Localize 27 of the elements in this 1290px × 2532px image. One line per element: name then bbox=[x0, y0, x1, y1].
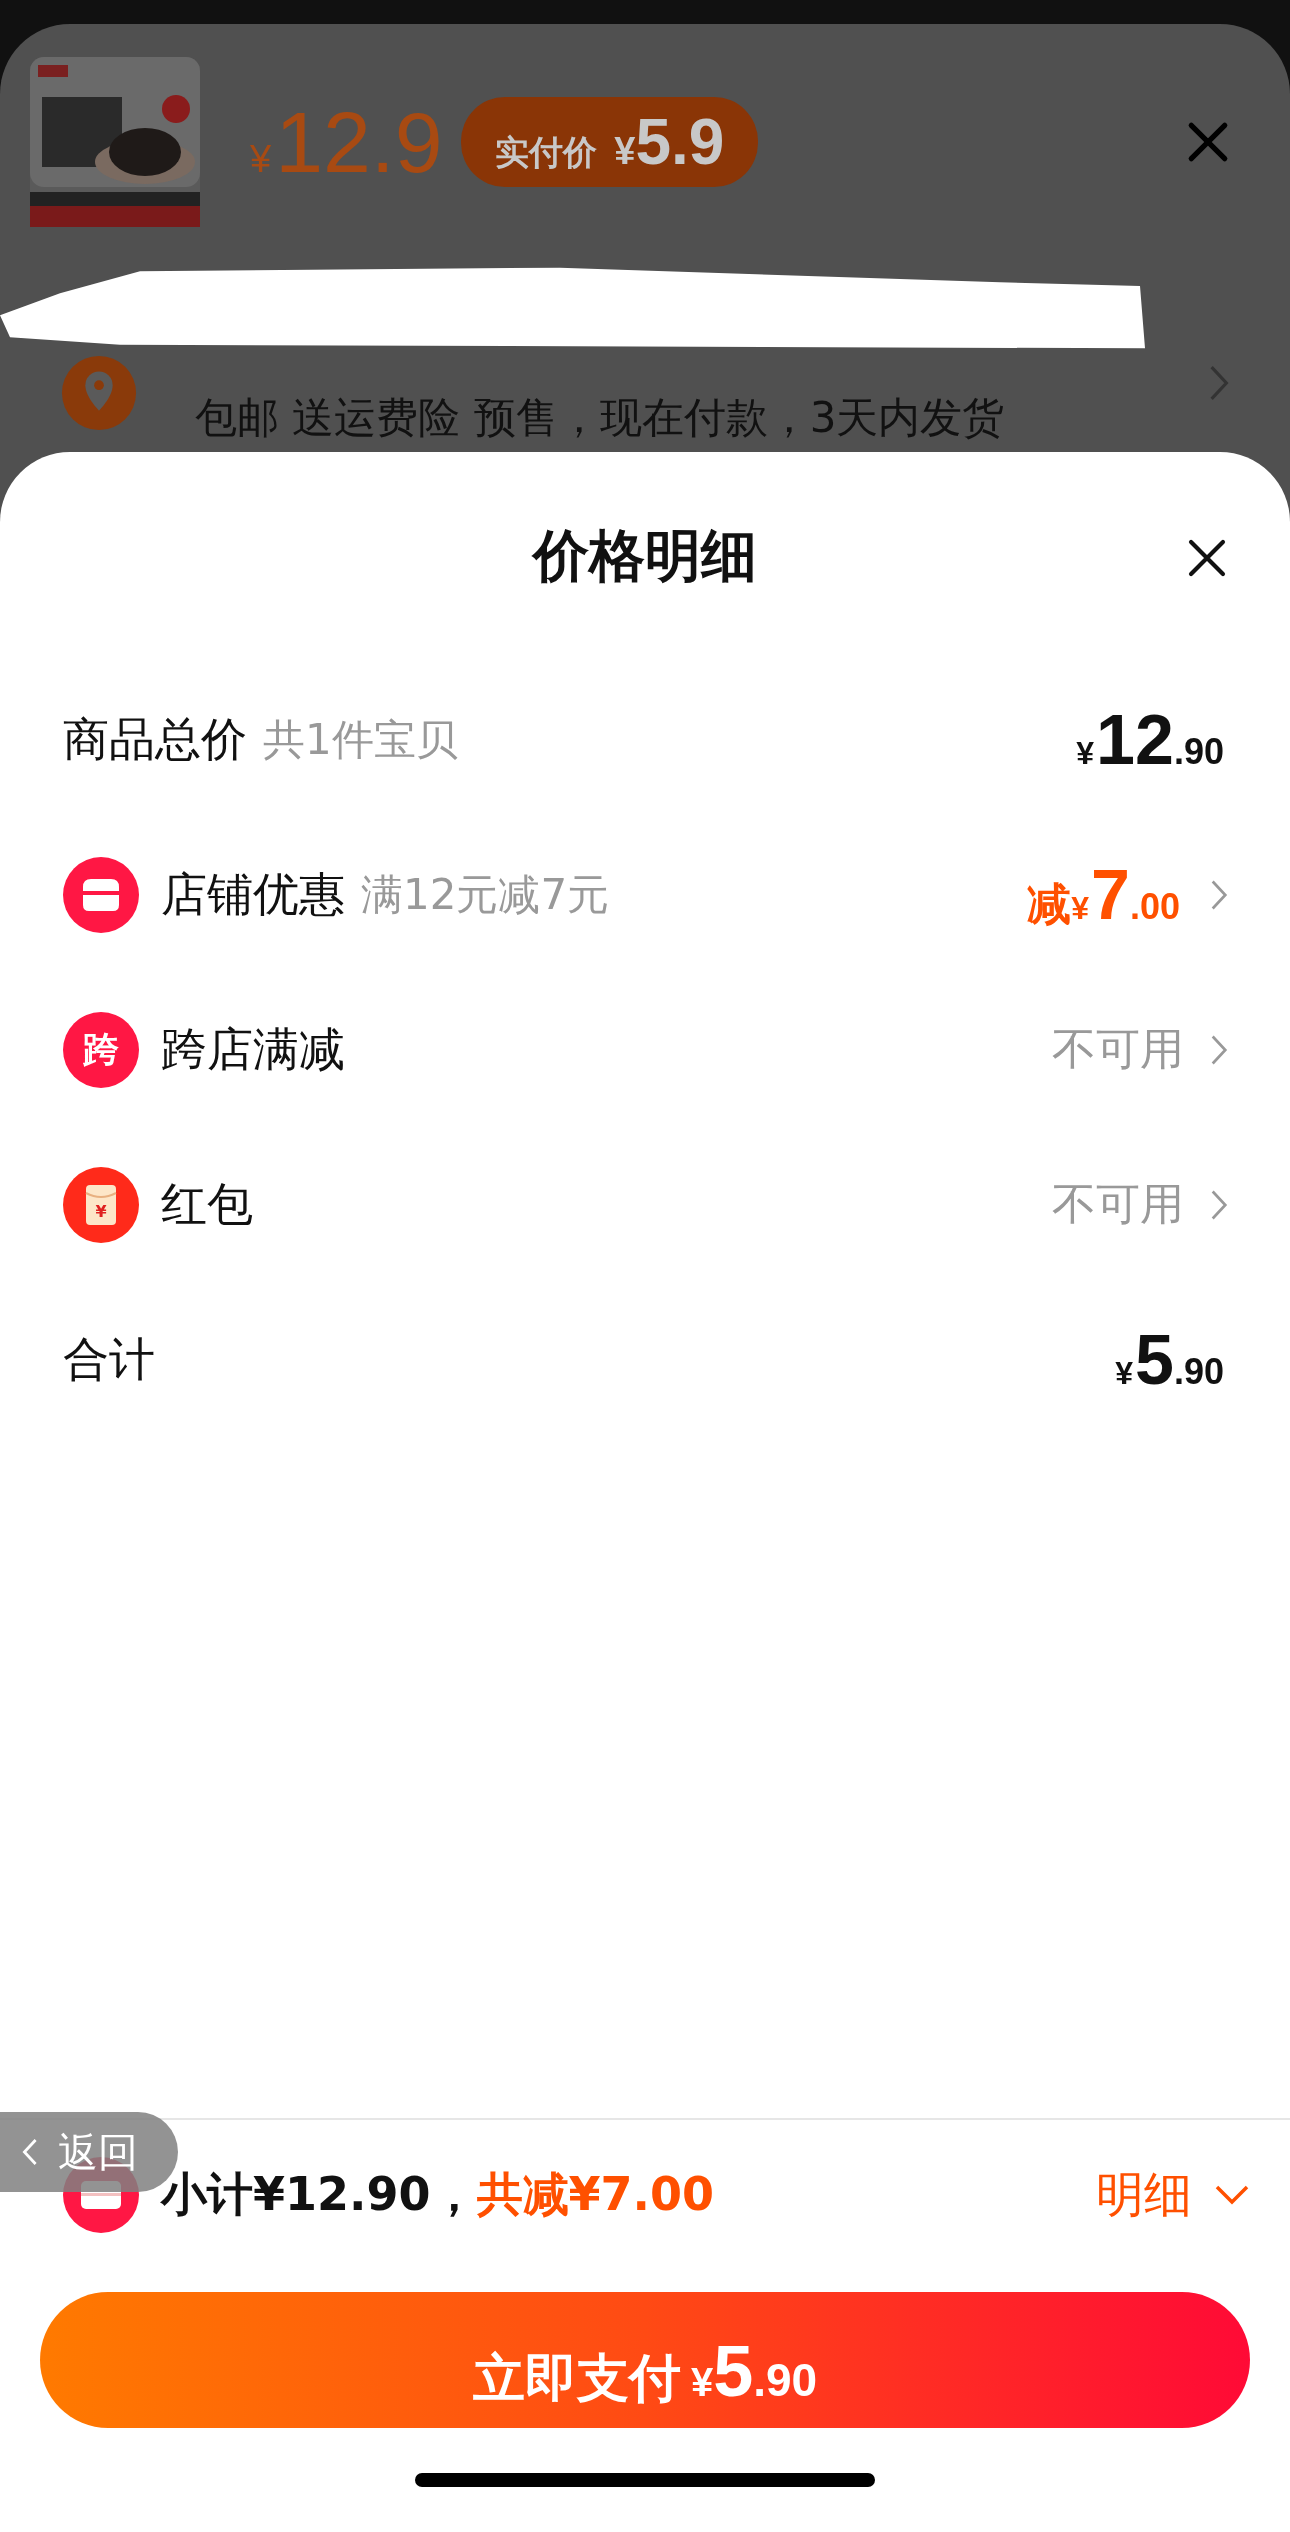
location-pin-icon bbox=[60, 354, 138, 432]
row-label: 店铺优惠 bbox=[161, 865, 345, 923]
product-price: ¥12.9 bbox=[250, 92, 443, 192]
chevron-right-icon bbox=[1208, 364, 1230, 402]
actual-price-badge: 实付价 ¥5.9 bbox=[460, 97, 759, 187]
details-toggle[interactable]: 明细 bbox=[1096, 2163, 1250, 2227]
row-status: 不可用 bbox=[1052, 1022, 1184, 1076]
shipping-info: 包邮 送运费险 预售，现在付款，3天内发货 bbox=[195, 392, 1005, 444]
row-note: 共1件宝贝 bbox=[263, 713, 458, 766]
row-note: 满12元减7元 bbox=[361, 868, 610, 921]
sheet-title: 价格明细 bbox=[533, 522, 757, 590]
row-status: 不可用 bbox=[1052, 1177, 1184, 1231]
row-amount: ¥12.90 bbox=[1076, 699, 1224, 780]
chevron-down-icon bbox=[1214, 2184, 1250, 2206]
row-label: 合计 bbox=[63, 1330, 155, 1388]
row-amount: ¥5.90 bbox=[1115, 1319, 1224, 1400]
row-label: 跨店满减 bbox=[161, 1020, 345, 1078]
reduction-text: 共减¥7.00 bbox=[476, 2166, 715, 2223]
row-label: 红包 bbox=[161, 1175, 253, 1233]
pay-button[interactable]: 立即支付 ¥5.90 bbox=[40, 2292, 1250, 2428]
close-icon[interactable] bbox=[1186, 537, 1228, 579]
envelope-icon: ¥ bbox=[63, 1166, 139, 1243]
row-amount: 减¥7.00 bbox=[1027, 854, 1180, 935]
cross-store-icon: 跨 bbox=[63, 1011, 139, 1088]
shop-icon bbox=[63, 856, 139, 933]
row-label: 商品总价 bbox=[63, 710, 247, 768]
chevron-left-icon bbox=[22, 2137, 38, 2167]
